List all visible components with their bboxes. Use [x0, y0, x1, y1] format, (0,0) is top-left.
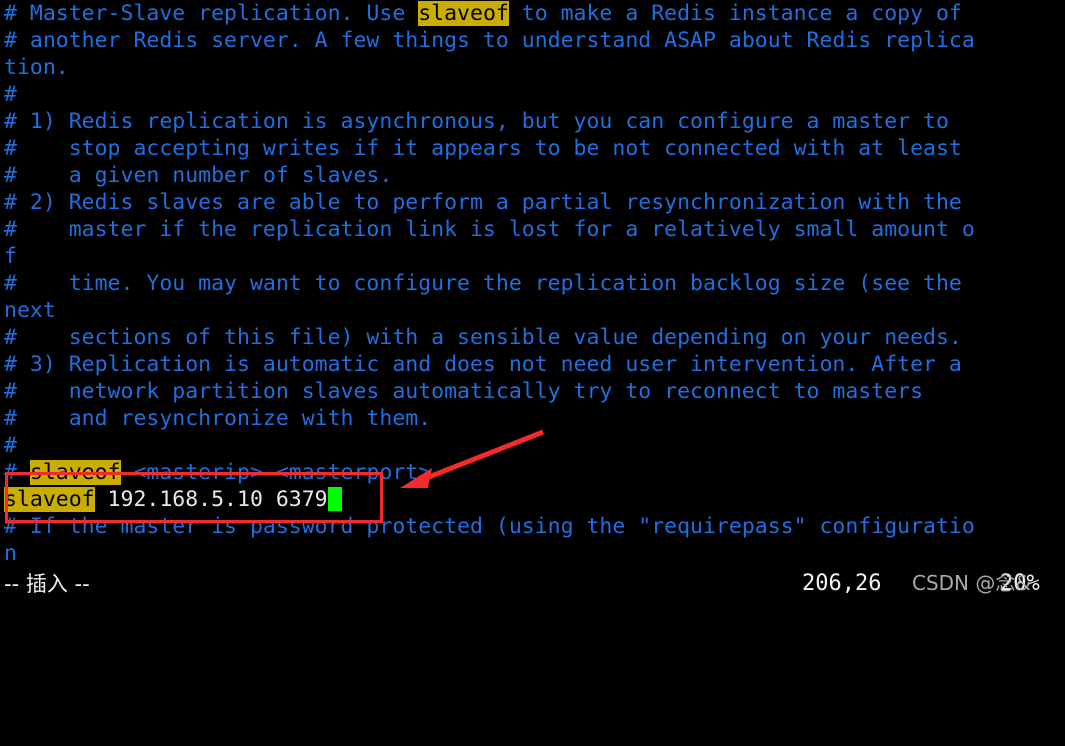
text-cursor [327, 487, 342, 511]
editor-line: # [0, 432, 1065, 459]
comment-text: next [4, 298, 56, 323]
comment-text: # 1) Redis replication is asynchronous, … [4, 109, 949, 134]
search-match-slaveof: slaveof [4, 487, 95, 512]
comment-text: f [4, 244, 17, 269]
editor-line: # 3) Replication is automatic and does n… [0, 351, 1065, 378]
comment-text: # 3) Replication is automatic and does n… [4, 352, 962, 377]
config-value: 192.168.5.10 6379 [94, 487, 328, 512]
search-match-slaveof: slaveof [29, 460, 121, 485]
comment-text: # time. You may want to configure the re… [4, 271, 962, 296]
comment-text: # and resynchronize with them. [4, 406, 432, 431]
editor-line: # slaveof <masterip> <masterport> [0, 459, 1065, 486]
comment-text: # 2) Redis slaves are able to perform a … [4, 190, 962, 215]
comment-text: # stop accepting writes if it appears to… [4, 136, 962, 161]
editor-line: # master if the replication link is lost… [0, 216, 1065, 243]
editor-line: # 1) Redis replication is asynchronous, … [0, 108, 1065, 135]
comment-text: # If the master is password protected (u… [4, 514, 975, 539]
comment-text: to make a Redis instance a copy of [508, 1, 962, 26]
vim-status-bar: -- 插入 -- 206,26 20% [0, 566, 1065, 602]
search-match-slaveof: slaveof [418, 1, 509, 26]
editor-line: next [0, 297, 1065, 324]
editor-line: # sections of this file) with a sensible… [0, 324, 1065, 351]
scroll-percent-indicator: 20% [1000, 571, 1040, 596]
editor-line: # [0, 81, 1065, 108]
editor-line: slaveof 192.168.5.10 6379 [0, 486, 1065, 513]
comment-text: # [4, 433, 17, 458]
comment-text: # a given number of slaves. [4, 163, 393, 188]
comment-text: tion. [4, 55, 69, 80]
comment-text: # sections of this file) with a sensible… [4, 325, 962, 350]
editor-line: # a given number of slaves. [0, 162, 1065, 189]
editor-mode-indicator: -- 插入 -- [4, 572, 90, 596]
comment-text: n [4, 541, 17, 566]
comment-text: # [4, 82, 17, 107]
comment-text: # Master-Slave replication. Use [4, 1, 419, 26]
editor-line: # Master-Slave replication. Use slaveof … [0, 0, 1065, 27]
editor-line: # another Redis server. A few things to … [0, 27, 1065, 54]
editor-line: n [0, 540, 1065, 567]
editor-line: # network partition slaves automatically… [0, 378, 1065, 405]
comment-text: # [4, 460, 30, 485]
cursor-position-indicator: 206,26 [802, 571, 882, 596]
editor-line: tion. [0, 54, 1065, 81]
editor-line: # stop accepting writes if it appears to… [0, 135, 1065, 162]
editor-text-area[interactable]: # Master-Slave replication. Use slaveof … [0, 0, 1065, 566]
terminal-window: # Master-Slave replication. Use slaveof … [0, 0, 1065, 602]
editor-line: # and resynchronize with them. [0, 405, 1065, 432]
editor-line: # 2) Redis slaves are able to perform a … [0, 189, 1065, 216]
comment-text: # network partition slaves automatically… [4, 379, 924, 404]
comment-text: <masterip> <masterport> [120, 460, 432, 485]
comment-text: # master if the replication link is lost… [4, 217, 975, 242]
comment-text: # another Redis server. A few things to … [4, 28, 975, 53]
editor-line: # time. You may want to configure the re… [0, 270, 1065, 297]
editor-line: f [0, 243, 1065, 270]
editor-line: # If the master is password protected (u… [0, 513, 1065, 540]
